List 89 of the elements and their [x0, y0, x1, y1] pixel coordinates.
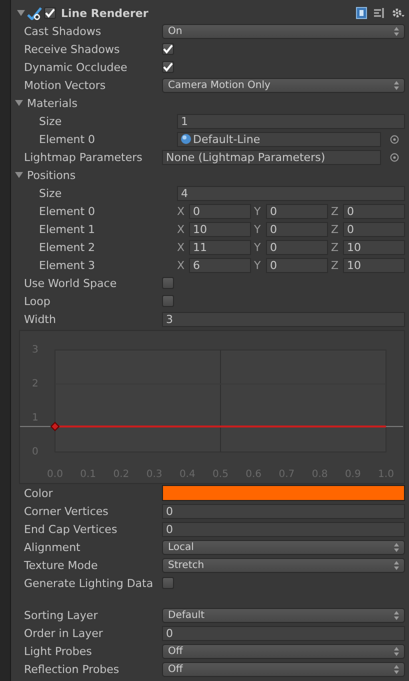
property-label: Light Probes — [24, 644, 93, 658]
foldout-header[interactable]: Materials — [15, 96, 78, 110]
input-field[interactable]: 3 — [162, 312, 405, 326]
property-label: Order in Layer — [24, 626, 104, 640]
property-label: Sorting Layer — [24, 608, 99, 622]
axis-label: Y — [254, 204, 262, 218]
property-label: Reflection Probes — [24, 662, 120, 676]
dropdown-arrow-icon — [394, 560, 399, 570]
dropdown-arrow-icon — [394, 80, 399, 90]
property-label: Element 0 — [38, 204, 96, 218]
input-field[interactable]: 0 — [343, 204, 405, 218]
property-label: Texture Mode — [24, 558, 99, 572]
input-field[interactable]: 1 — [177, 114, 405, 128]
axis-label: X — [177, 222, 186, 236]
axis-label: Z — [331, 222, 340, 236]
dropdown[interactable]: Off — [162, 644, 405, 658]
input-field[interactable]: 11 — [189, 240, 251, 254]
object-field[interactable]: Default-Line — [177, 132, 381, 146]
enabled-checkbox[interactable] — [44, 7, 56, 19]
property-label: Alignment — [24, 540, 82, 554]
dropdown[interactable]: Off — [162, 662, 405, 676]
axis-label: Z — [331, 240, 340, 254]
input-field[interactable]: 0 — [162, 522, 405, 536]
property-label: Color — [24, 486, 54, 500]
dropdown[interactable]: Local — [162, 540, 405, 554]
axis-label: X — [177, 204, 186, 218]
property-label: Element 0 — [38, 132, 96, 146]
checkbox[interactable] — [162, 577, 174, 589]
foldout-arrow-icon[interactable] — [15, 171, 23, 179]
axis-label: Y — [254, 258, 262, 272]
color-swatch[interactable] — [162, 485, 405, 501]
property-label: Cast Shadows — [24, 24, 102, 38]
line-brush-icon — [27, 6, 42, 20]
property-label: Width — [24, 312, 57, 326]
dropdown-arrow-icon — [394, 610, 399, 620]
property-label: Element 2 — [38, 240, 96, 254]
axis-label: Z — [331, 258, 340, 272]
property-label: Element 1 — [38, 222, 96, 236]
property-label: End Cap Vertices — [24, 522, 118, 536]
dropdown-arrow-icon — [394, 26, 399, 36]
checkbox[interactable] — [162, 295, 174, 307]
preset-sliders-icon[interactable] — [373, 7, 385, 19]
axis-label: Y — [254, 222, 262, 236]
dropdown-arrow-icon — [394, 646, 399, 656]
foldout-header[interactable]: Positions — [15, 168, 76, 182]
input-field[interactable]: 0 — [266, 222, 328, 236]
property-label: Size — [38, 114, 63, 128]
input-field[interactable]: 10 — [343, 240, 405, 254]
axis-label: Z — [331, 204, 340, 218]
material-sphere-icon — [181, 134, 191, 144]
dropdown[interactable]: Camera Motion Only — [162, 78, 405, 92]
property-label: Generate Lighting Data — [24, 576, 154, 590]
checkbox[interactable] — [162, 61, 174, 73]
input-field[interactable]: 0 — [162, 504, 405, 518]
checkbox[interactable] — [162, 43, 174, 55]
input-field[interactable]: 0 — [266, 204, 328, 218]
property-label: Size — [38, 186, 63, 200]
dropdown-arrow-icon — [394, 542, 399, 552]
help-book-icon[interactable] — [356, 7, 367, 19]
property-label: Element 3 — [38, 258, 96, 272]
input-field[interactable]: 0 — [189, 204, 251, 218]
settings-icon[interactable] — [391, 7, 405, 19]
input-field[interactable]: 0 — [266, 240, 328, 254]
input-field[interactable]: 0 — [343, 222, 405, 236]
input-field[interactable]: 0 — [266, 258, 328, 272]
input-field[interactable]: 10 — [343, 258, 405, 272]
axis-label: X — [177, 240, 186, 254]
input-field[interactable]: 10 — [189, 222, 251, 236]
checkbox[interactable] — [162, 277, 174, 289]
axis-label: X — [177, 258, 186, 272]
dropdown[interactable]: Default — [162, 608, 405, 622]
dropdown[interactable]: Stretch — [162, 558, 405, 572]
property-label: Dynamic Occludee — [24, 60, 128, 74]
component-title: Line Renderer — [61, 6, 148, 20]
property-label: Lightmap Parameters — [24, 150, 144, 164]
property-label: Loop — [24, 294, 52, 308]
input-field[interactable]: 0 — [162, 626, 405, 640]
object-field[interactable]: None (Lightmap Parameters) — [162, 150, 381, 164]
input-field[interactable]: 4 — [177, 186, 405, 200]
input-field[interactable]: 6 — [189, 258, 251, 272]
dropdown-arrow-icon — [394, 664, 399, 674]
property-label: Corner Vertices — [24, 504, 110, 518]
collapse-arrow-icon[interactable] — [17, 9, 25, 17]
property-label: Motion Vectors — [24, 78, 107, 92]
property-label: Use World Space — [24, 276, 118, 290]
property-label: Receive Shadows — [24, 42, 121, 56]
axis-label: Y — [254, 240, 262, 254]
dropdown[interactable]: On — [162, 24, 405, 38]
foldout-arrow-icon[interactable] — [15, 99, 23, 107]
